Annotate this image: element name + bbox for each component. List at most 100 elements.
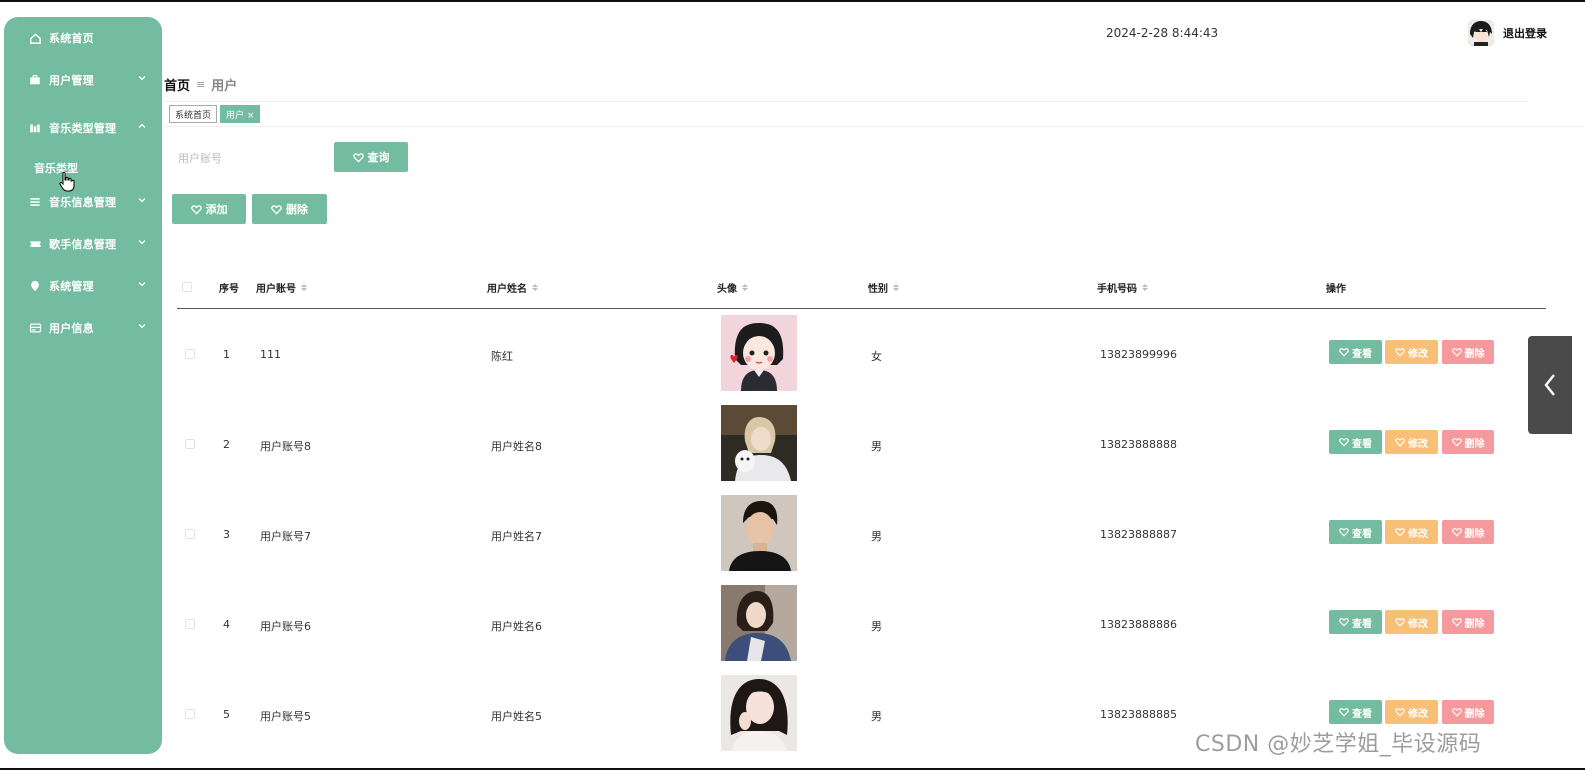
column-header-name[interactable]: 用户姓名 — [487, 280, 538, 295]
sidebar-item-music-info-management[interactable]: 音乐信息管理 — [4, 190, 162, 214]
watermark: CSDN @妙芝学姐_毕设源码 — [1195, 732, 1482, 757]
column-header-account[interactable]: 用户账号 — [256, 280, 307, 295]
collapse-panel-tab[interactable] — [1528, 336, 1572, 434]
edit-button[interactable]: 修改 — [1385, 430, 1438, 454]
edit-button[interactable]: 修改 — [1385, 700, 1438, 724]
cell-name: 陈红 — [491, 350, 513, 363]
delete-button[interactable]: 删除 — [1442, 340, 1494, 364]
tag-user[interactable]: 用户 × — [220, 105, 261, 123]
batch-delete-button[interactable]: 删除 — [252, 194, 327, 224]
heart-icon — [1451, 348, 1462, 357]
chevron-down-icon — [138, 282, 146, 287]
view-button[interactable]: 查看 — [1329, 610, 1382, 634]
query-button[interactable]: 查询 — [334, 142, 408, 172]
sort-icon[interactable] — [532, 284, 538, 291]
add-button[interactable]: 添加 — [172, 194, 246, 224]
sidebar-item-user-management[interactable]: 用户管理 — [4, 68, 162, 92]
column-header-phone[interactable]: 手机号码 — [1097, 280, 1148, 295]
row-checkbox[interactable] — [185, 709, 195, 719]
cell-gender: 男 — [871, 710, 882, 723]
delete-button[interactable]: 删除 — [1442, 520, 1494, 544]
cell-index: 5 — [223, 708, 230, 721]
row-checkbox[interactable] — [185, 349, 195, 359]
cell-phone: 13823888887 — [1100, 528, 1177, 541]
heart-icon — [1451, 618, 1462, 627]
sort-icon[interactable] — [1142, 284, 1148, 291]
sidebar-item-music-type-management[interactable]: 音乐类型管理 — [4, 116, 162, 140]
cell-account: 用户账号7 — [260, 530, 311, 543]
user-photo — [721, 675, 797, 751]
table-header-divider — [177, 308, 1546, 309]
cell-account: 111 — [260, 348, 281, 361]
row-checkbox[interactable] — [185, 439, 195, 449]
table-row: 4 用户账号6 用户姓名6 男 13823888886 查看 修改 删除 — [177, 580, 1546, 670]
edit-button[interactable]: 修改 — [1385, 520, 1438, 544]
view-button[interactable]: 查看 — [1329, 340, 1382, 364]
hand-cursor-icon — [59, 171, 75, 192]
divider — [164, 126, 1585, 127]
cell-gender: 男 — [871, 440, 882, 453]
location-pin-icon — [28, 279, 42, 293]
sidebar-item-user-info[interactable]: 用户信息 — [4, 316, 162, 340]
sidebar-item-home[interactable]: 系统首页 — [4, 26, 162, 50]
user-photo — [721, 405, 797, 481]
logout-link[interactable]: 退出登录 — [1503, 25, 1547, 41]
sidebar-item-label: 系统首页 — [49, 32, 94, 45]
current-datetime: 2024-2-28 8:44:43 — [1106, 26, 1219, 40]
add-button-label: 添加 — [205, 203, 228, 216]
view-button[interactable]: 查看 — [1329, 700, 1382, 724]
delete-button[interactable]: 删除 — [1442, 430, 1494, 454]
breadcrumb-home[interactable]: 首页 — [164, 75, 190, 94]
column-header-avatar[interactable]: 头像 — [717, 280, 748, 295]
table-row: 2 用户账号8 用户姓名8 男 13823888888 查看 修改 删除 — [177, 400, 1546, 490]
row-checkbox[interactable] — [185, 529, 195, 539]
delete-button[interactable]: 删除 — [1442, 700, 1494, 724]
sort-icon[interactable] — [893, 284, 899, 291]
sort-icon[interactable] — [301, 284, 307, 291]
user-avatar[interactable] — [1468, 20, 1494, 46]
cell-name: 用户姓名7 — [491, 530, 542, 543]
divider — [164, 101, 1528, 102]
sort-icon[interactable] — [742, 284, 748, 291]
heart-icon — [1451, 528, 1462, 537]
heart-icon — [1395, 528, 1405, 537]
table-row: 3 用户账号7 用户姓名7 男 13823888887 查看 修改 删除 — [177, 490, 1546, 580]
heart-icon — [190, 204, 202, 215]
cell-index: 3 — [223, 528, 230, 541]
bar-chart-icon — [28, 121, 42, 135]
view-button[interactable]: 查看 — [1329, 520, 1382, 544]
delete-button[interactable]: 删除 — [1442, 610, 1494, 634]
select-all-checkbox[interactable] — [182, 282, 192, 292]
cell-phone: 13823888886 — [1100, 618, 1177, 631]
cell-name: 用户姓名5 — [491, 710, 542, 723]
edit-button[interactable]: 修改 — [1385, 610, 1438, 634]
sidebar-item-system-management[interactable]: 系统管理 — [4, 274, 162, 298]
briefcase-icon — [28, 73, 42, 87]
edit-button[interactable]: 修改 — [1385, 340, 1438, 364]
cell-gender: 男 — [871, 620, 882, 633]
account-search-input[interactable] — [173, 146, 323, 170]
sidebar: 系统首页 用户管理 音乐类型管理 音乐类型 音乐信息管理 歌手信息管理 系统管理… — [4, 17, 162, 754]
breadcrumb: 首页 ≡ 用户 — [164, 75, 237, 94]
heart-icon — [1395, 618, 1405, 627]
tags-view: 系统首页 用户 × — [169, 105, 263, 123]
heart-icon — [271, 204, 282, 215]
heart-icon — [1451, 438, 1462, 447]
window-top-border — [0, 0, 1585, 2]
column-header-gender[interactable]: 性别 — [868, 280, 899, 295]
view-button[interactable]: 查看 — [1329, 430, 1382, 454]
sidebar-item-singer-info-management[interactable]: 歌手信息管理 — [4, 232, 162, 256]
breadcrumb-separator: ≡ — [196, 78, 206, 91]
heart-icon — [352, 152, 364, 163]
sidebar-item-label: 用户信息 — [49, 322, 94, 335]
sidebar-item-label: 音乐类型管理 — [49, 122, 117, 135]
sidebar-item-label: 系统管理 — [49, 280, 94, 293]
batch-delete-button-label: 删除 — [286, 203, 308, 216]
tag-home[interactable]: 系统首页 — [169, 105, 218, 123]
cell-name: 用户姓名6 — [491, 620, 542, 633]
chevron-down-icon — [138, 240, 146, 245]
chevron-down-icon — [138, 198, 146, 203]
cell-index: 2 — [223, 438, 230, 451]
cell-gender: 女 — [871, 350, 882, 363]
row-checkbox[interactable] — [185, 619, 195, 629]
